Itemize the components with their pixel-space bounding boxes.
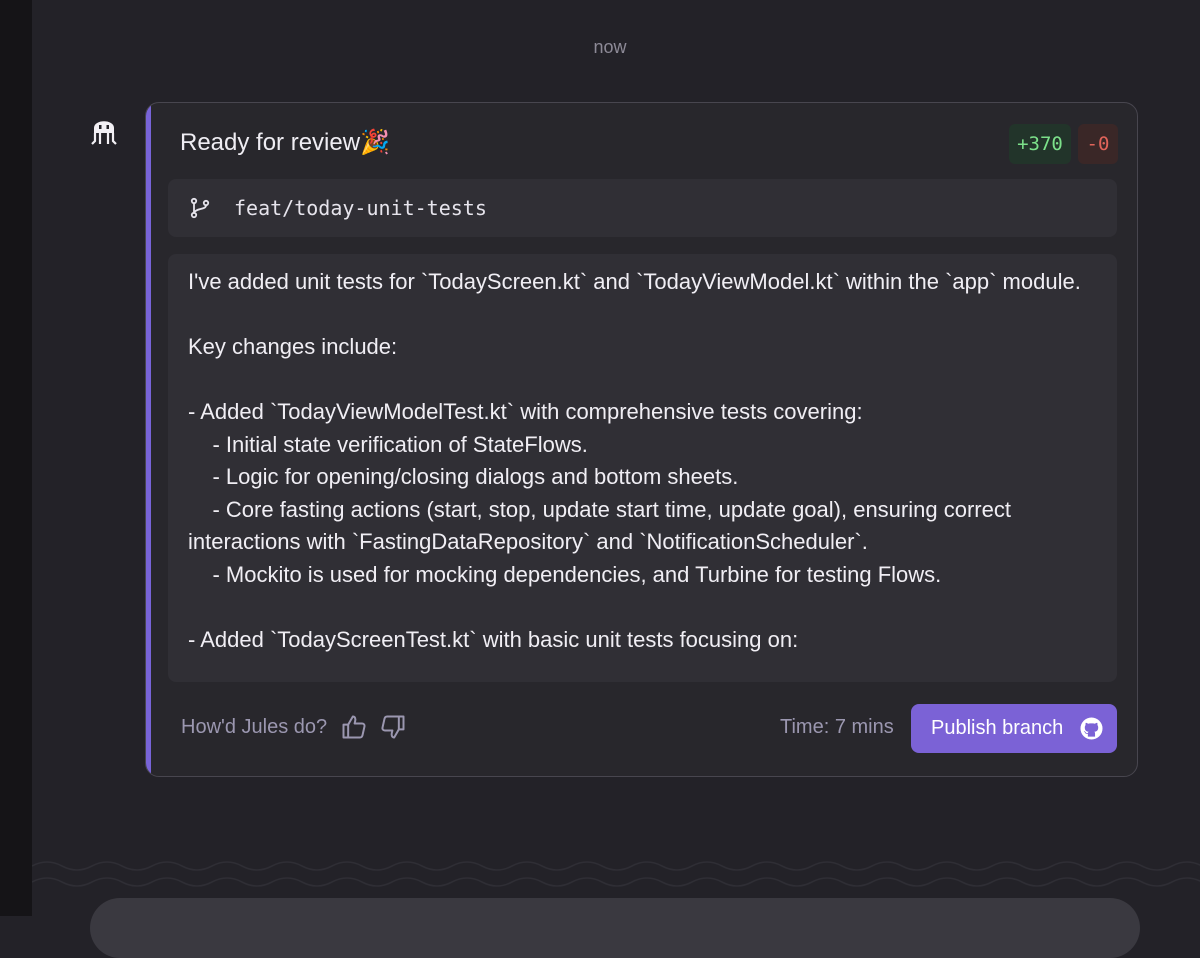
thumbs-up-icon[interactable] [340, 713, 368, 741]
publish-button-label: Publish branch [931, 717, 1064, 739]
prompt-input-bar[interactable] [90, 898, 1140, 958]
octopus-icon [91, 121, 117, 145]
card-title: Ready for review🎉 [180, 128, 390, 157]
card-title-text: Ready for review [180, 129, 361, 156]
message-timestamp: now [593, 37, 627, 57]
left-sidebar-strip [0, 0, 32, 916]
party-popper-icon: 🎉 [360, 129, 390, 156]
elapsed-time: Time: 7 mins [780, 716, 894, 738]
branch-row[interactable]: feat/today-unit-tests [168, 179, 1117, 237]
card-accent-bar [146, 103, 151, 776]
branch-name: feat/today-unit-tests [234, 196, 487, 220]
thumbs-down-icon[interactable] [379, 713, 407, 741]
deletions-badge: -0 [1078, 124, 1118, 164]
additions-badge: +370 [1009, 124, 1071, 164]
feedback-question: How'd Jules do? [181, 716, 328, 738]
summary-message-text: I've added unit tests for `TodayScreen.k… [188, 269, 1081, 652]
publish-branch-button[interactable]: Publish branch [911, 704, 1117, 753]
git-branch-icon [190, 197, 210, 219]
review-card: Ready for review🎉 +370 -0 feat/today-uni… [145, 102, 1138, 777]
summary-message-panel[interactable]: I've added unit tests for `TodayScreen.k… [168, 254, 1117, 682]
github-icon [1080, 717, 1103, 740]
